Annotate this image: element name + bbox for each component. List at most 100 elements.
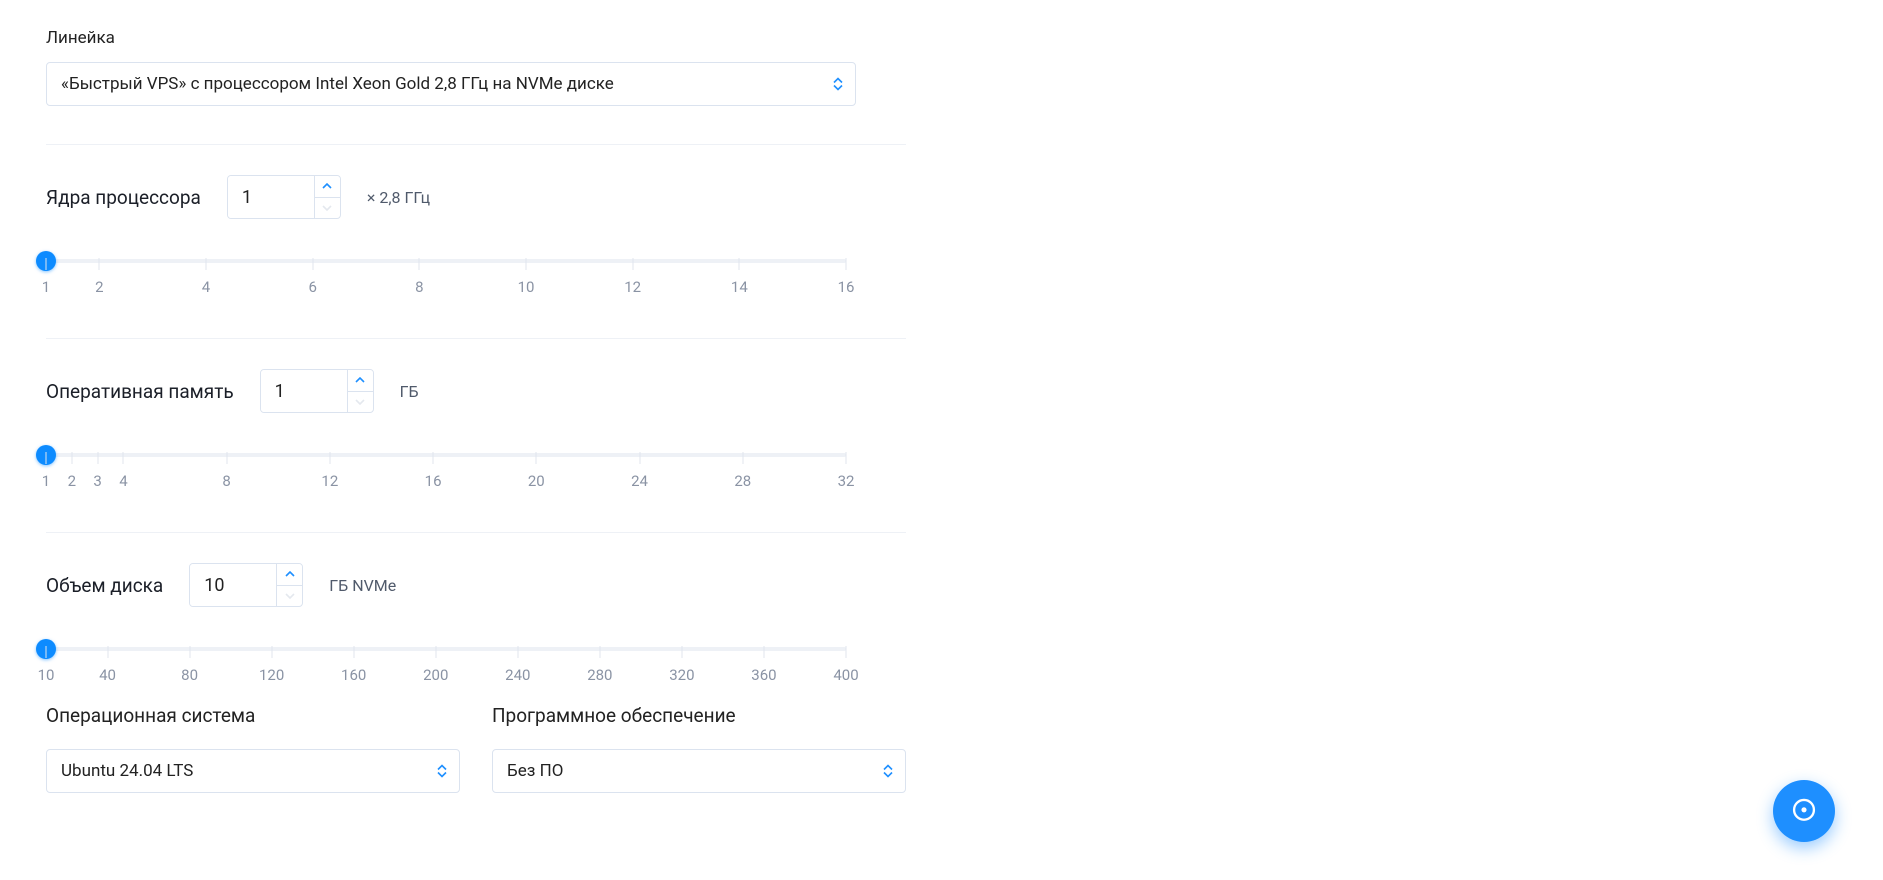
chevron-down-icon (285, 593, 295, 599)
slider-tick-label: 400 (833, 666, 858, 684)
slider-tick (639, 452, 640, 464)
slider-tick (46, 258, 47, 270)
slider-tick-label: 10 (518, 278, 535, 296)
slider-tick-label: 320 (669, 666, 694, 684)
ram-input[interactable] (261, 370, 347, 412)
divider (46, 144, 906, 145)
disk-input[interactable] (190, 564, 276, 606)
ram-step-up[interactable] (348, 370, 373, 392)
slider-tick (71, 452, 72, 464)
slider-tick (599, 646, 600, 658)
slider-tick (97, 452, 98, 464)
os-select[interactable]: Ubuntu 24.04 LTS (46, 749, 460, 793)
slider-tick-label: 20 (528, 472, 545, 490)
disk-unit: ГБ NVMe (329, 576, 396, 595)
slider-tick (681, 646, 682, 658)
slider-tick (526, 258, 527, 270)
slider-tick (271, 646, 272, 658)
slider-tick-label: 200 (423, 666, 448, 684)
slider-tick-label: 16 (838, 278, 855, 296)
lineup-select[interactable]: «Быстрый VPS» с процессором Intel Xeon G… (46, 62, 856, 106)
slider-tick-label: 4 (202, 278, 210, 296)
ram-step-down (348, 392, 373, 413)
slider-tick-label: 12 (321, 472, 338, 490)
disk-step-up[interactable] (277, 564, 302, 586)
select-sort-icon (833, 78, 843, 91)
chat-button[interactable] (1773, 780, 1835, 842)
slider-tick-label: 360 (751, 666, 776, 684)
software-select-value: Без ПО (507, 761, 563, 781)
slider-tick (763, 646, 764, 658)
cpu-unit: × 2,8 ГГц (367, 188, 430, 207)
slider-tick (742, 452, 743, 464)
select-sort-icon (883, 765, 893, 778)
select-sort-icon (437, 765, 447, 778)
slider-tick (846, 452, 847, 464)
lineup-select-text-0: «Быстрый VPS» с процессором (61, 74, 315, 94)
cpu-step-up[interactable] (315, 176, 340, 198)
cpu-slider-ticks (46, 258, 846, 272)
slider-tick-label: 14 (731, 278, 748, 296)
slider-tick-label: 28 (734, 472, 751, 490)
lineup-select-text-3: NVMe (516, 74, 563, 94)
slider-tick-label: 40 (99, 666, 116, 684)
slider-tick-label: 2 (68, 472, 76, 490)
lineup-select-text-2: на (488, 74, 515, 94)
slider-tick (419, 258, 420, 270)
slider-tick (536, 452, 537, 464)
ram-slider-ticks (46, 452, 846, 466)
slider-tick-label: 120 (259, 666, 284, 684)
slider-tick (739, 258, 740, 270)
slider-tick (99, 258, 100, 270)
lineup-label: Линейка (46, 28, 906, 48)
slider-tick-label: 8 (222, 472, 230, 490)
slider-tick (206, 258, 207, 270)
slider-tick-label: 240 (505, 666, 530, 684)
slider-tick-label: 1 (42, 472, 50, 490)
slider-tick (329, 452, 330, 464)
slider-tick-label: 6 (308, 278, 316, 296)
cpu-slider-labels: 1246810121416 (46, 278, 846, 300)
slider-tick-label: 32 (838, 472, 855, 490)
slider-tick-label: 2 (95, 278, 103, 296)
chat-icon (1790, 797, 1818, 825)
chevron-down-icon (322, 205, 332, 211)
disk-title: Объем диска (46, 574, 163, 597)
slider-tick (107, 646, 108, 658)
slider-tick-label: 3 (93, 472, 101, 490)
cpu-step-down (315, 198, 340, 219)
disk-step-down (277, 586, 302, 607)
lineup-select-text-1: Intel Xeon Gold 2,8 ГГц (315, 74, 488, 94)
ram-unit: ГБ (400, 382, 419, 401)
slider-tick (846, 646, 847, 658)
os-label: Операционная система (46, 704, 460, 727)
slider-tick (46, 452, 47, 464)
slider-tick-label: 10 (38, 666, 55, 684)
divider (46, 532, 906, 533)
slider-tick-label: 80 (181, 666, 198, 684)
cpu-input[interactable] (228, 176, 314, 218)
ram-stepper[interactable] (260, 369, 374, 413)
chevron-up-icon (285, 571, 295, 577)
slider-tick (226, 452, 227, 464)
disk-stepper[interactable] (189, 563, 303, 607)
slider-tick (123, 452, 124, 464)
chevron-up-icon (355, 377, 365, 383)
slider-tick-label: 1 (42, 278, 50, 296)
chevron-up-icon (322, 183, 332, 189)
slider-tick (846, 258, 847, 270)
divider (46, 338, 906, 339)
slider-tick (189, 646, 190, 658)
slider-tick (433, 452, 434, 464)
slider-tick-label: 24 (631, 472, 648, 490)
slider-tick (517, 646, 518, 658)
slider-tick (312, 258, 313, 270)
slider-tick-label: 160 (341, 666, 366, 684)
slider-tick-label: 16 (425, 472, 442, 490)
cpu-stepper[interactable] (227, 175, 341, 219)
disk-slider-labels: 104080120160200240280320360400 (46, 666, 846, 688)
ram-slider-labels: 12348121620242832 (46, 472, 846, 494)
slider-tick-label: 12 (624, 278, 641, 296)
software-select[interactable]: Без ПО (492, 749, 906, 793)
lineup-select-text-4: диске (563, 74, 614, 94)
